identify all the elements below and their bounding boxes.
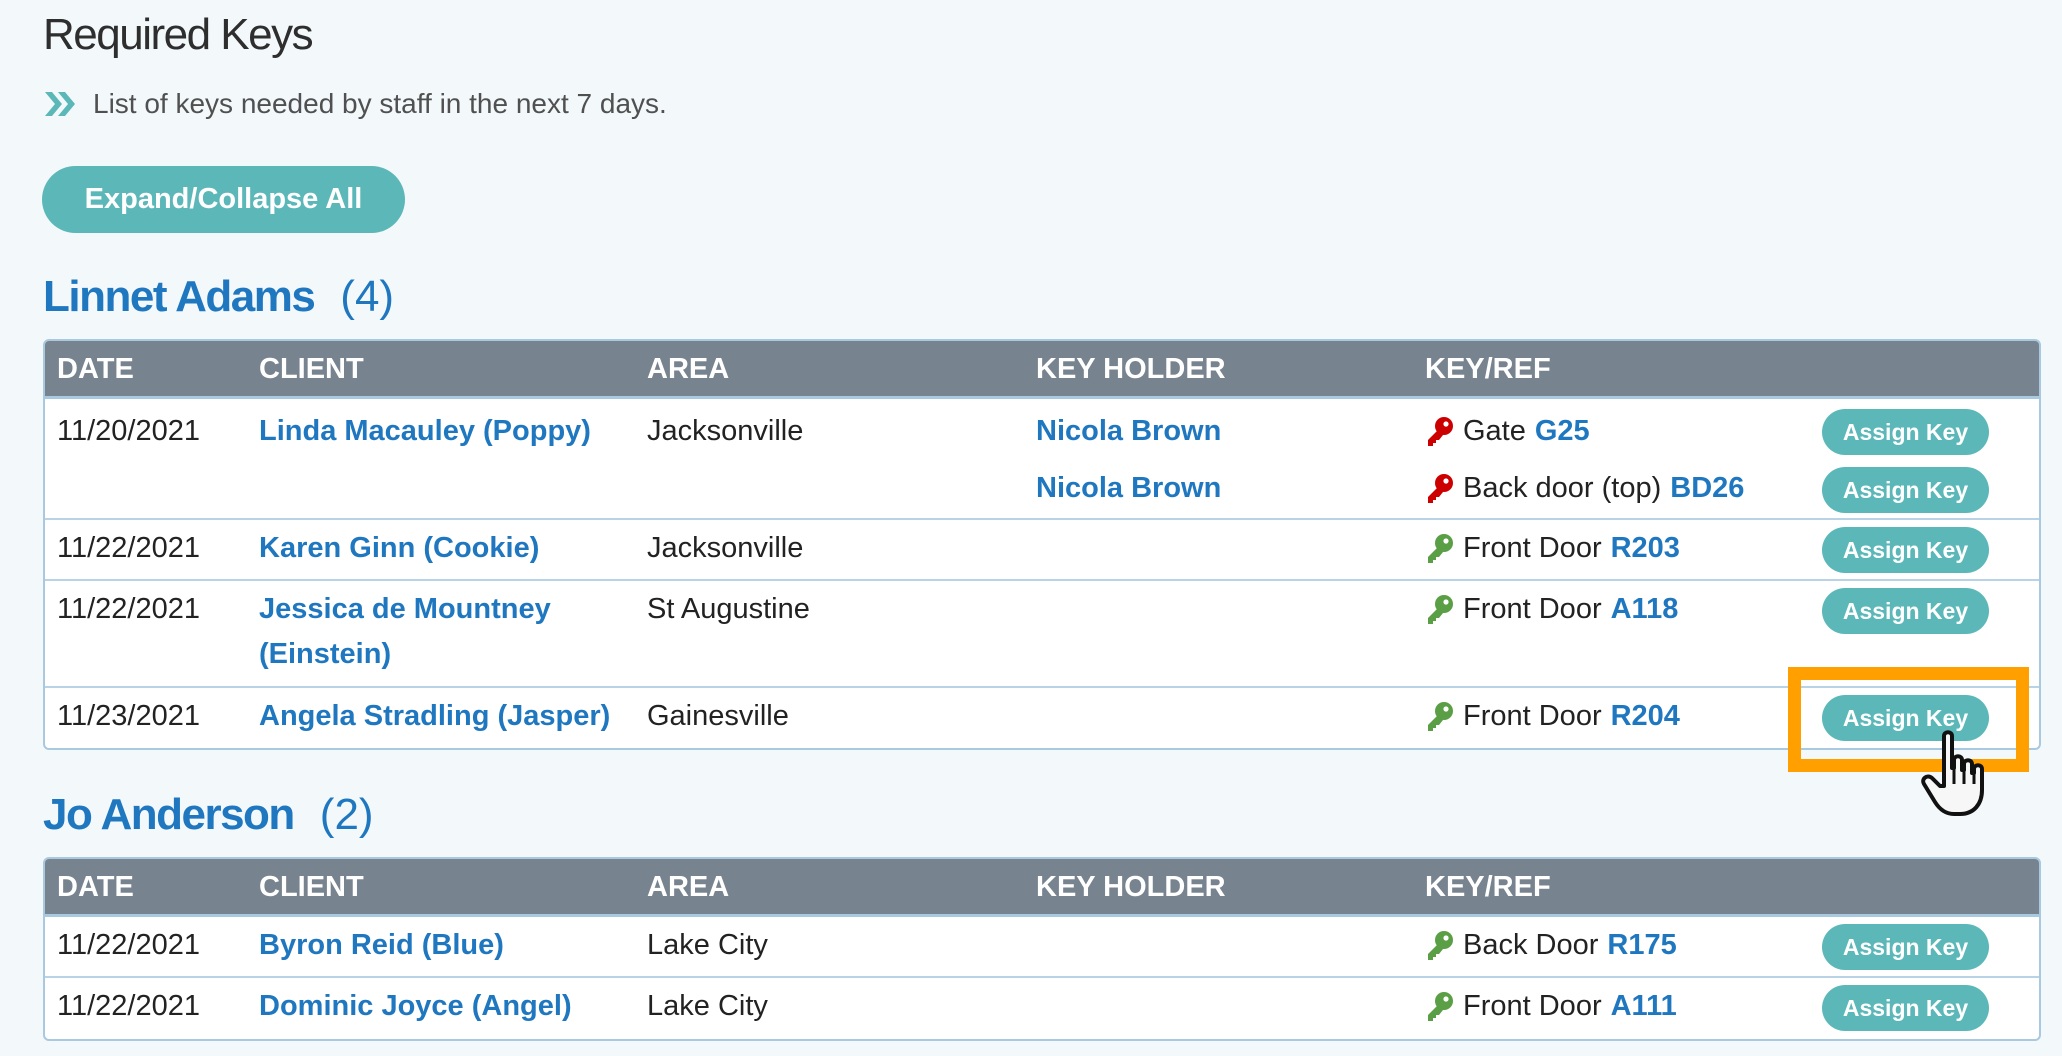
key-name: Back door (top)	[1463, 472, 1662, 504]
column-header-client: CLIENT	[259, 353, 364, 385]
area-cell: Jacksonville	[647, 532, 804, 564]
key-holder-link[interactable]: Nicola Brown	[1036, 466, 1221, 511]
key-ref-link[interactable]: BD26	[1670, 466, 1744, 511]
area-cell: Jacksonville	[647, 415, 804, 447]
key-ref-cell: Front Door R203	[1425, 526, 1680, 571]
green-key-icon	[1428, 594, 1453, 624]
page-title: Required Keys	[43, 10, 314, 59]
client-link[interactable]: Dominic Joyce (Angel)	[259, 984, 639, 1029]
area-cell: Lake City	[647, 990, 768, 1022]
key-name: Front Door	[1463, 990, 1602, 1022]
key-name: Front Door	[1463, 593, 1602, 625]
area-cell: Gainesville	[647, 700, 789, 732]
column-header-date: DATE	[57, 353, 134, 385]
column-header-area: AREA	[647, 871, 730, 903]
assign-key-button[interactable]: Assign Key	[1822, 985, 1989, 1031]
table-row: 11/22/2021 Dominic Joyce (Angel) Lake Ci…	[45, 978, 2039, 1039]
key-ref-link[interactable]: A111	[1611, 984, 1677, 1029]
table-row: 11/20/2021 Linda Macauley (Poppy) Jackso…	[45, 399, 2039, 520]
staff-group-heading: Linnet Adams (4)	[43, 272, 394, 322]
key-ref-link[interactable]: A118	[1611, 587, 1679, 632]
key-ref-cell: Back door (top) BD26	[1425, 466, 1744, 511]
key-ref-cell: Front Door A118	[1425, 587, 1678, 632]
date-cell: 11/22/2021	[57, 929, 200, 961]
key-ref-cell: Back Door R175	[1425, 923, 1677, 968]
assign-key-button[interactable]: Assign Key	[1822, 527, 1989, 573]
red-key-icon	[1428, 473, 1453, 503]
green-key-icon	[1428, 533, 1453, 563]
column-header-key-ref: KEY/REF	[1425, 353, 1551, 385]
client-link[interactable]: Angela Stradling (Jasper)	[259, 694, 639, 739]
date-cell: 11/23/2021	[57, 700, 200, 732]
assign-key-button[interactable]: Assign Key	[1822, 924, 1989, 970]
client-link[interactable]: Karen Ginn (Cookie)	[259, 526, 639, 571]
table-header: DATE CLIENT AREA KEY HOLDER KEY/REF	[45, 341, 2039, 399]
client-link[interactable]: Linda Macauley (Poppy)	[259, 409, 639, 454]
key-ref-link[interactable]: R203	[1611, 526, 1680, 571]
table-row: 11/23/2021 Angela Stradling (Jasper) Gai…	[45, 688, 2039, 748]
staff-group-heading: Jo Anderson (2)	[43, 790, 374, 840]
staff-name-link[interactable]: Linnet Adams	[43, 272, 316, 321]
key-name: Front Door	[1463, 700, 1602, 732]
client-link[interactable]: Jessica de Mountney (Einstein)	[259, 587, 639, 677]
table-row: 11/22/2021 Byron Reid (Blue) Lake City B…	[45, 917, 2039, 978]
key-name: Gate	[1463, 415, 1526, 447]
page-subtitle: List of keys needed by staff in the next…	[43, 88, 667, 120]
subtitle-text: List of keys needed by staff in the next…	[93, 88, 667, 119]
green-key-icon	[1428, 930, 1453, 960]
key-ref-link[interactable]: G25	[1535, 409, 1590, 454]
area-cell: St Augustine	[647, 593, 810, 625]
date-cell: 11/22/2021	[57, 593, 200, 625]
key-holder-link[interactable]: Nicola Brown	[1036, 409, 1221, 454]
column-header-area: AREA	[647, 353, 730, 385]
assign-key-button[interactable]: Assign Key	[1822, 467, 1989, 513]
key-ref-link[interactable]: R175	[1607, 923, 1676, 968]
required-keys-table: DATE CLIENT AREA KEY HOLDER KEY/REF 11/2…	[43, 339, 2041, 750]
column-header-key-holder: KEY HOLDER	[1036, 353, 1226, 385]
assign-key-button[interactable]: Assign Key	[1822, 588, 1989, 634]
double-chevron-right-icon	[45, 92, 75, 116]
date-cell: 11/20/2021	[57, 415, 200, 447]
key-ref-link[interactable]: R204	[1611, 694, 1680, 739]
staff-name-link[interactable]: Jo Anderson	[43, 790, 295, 839]
client-link[interactable]: Byron Reid (Blue)	[259, 923, 639, 968]
table-header: DATE CLIENT AREA KEY HOLDER KEY/REF	[45, 859, 2039, 917]
column-header-key-holder: KEY HOLDER	[1036, 871, 1226, 903]
column-header-date: DATE	[57, 871, 134, 903]
table-row: 11/22/2021 Jessica de Mountney (Einstein…	[45, 581, 2039, 688]
key-ref-cell: Front Door R204	[1425, 694, 1680, 739]
column-header-client: CLIENT	[259, 871, 364, 903]
green-key-icon	[1428, 991, 1453, 1021]
assign-key-button[interactable]: Assign Key	[1822, 409, 1989, 455]
key-ref-cell: Front Door A111	[1425, 984, 1677, 1029]
assign-key-button[interactable]: Assign Key	[1822, 695, 1989, 741]
staff-key-count: (2)	[319, 790, 374, 839]
table-row: 11/22/2021 Karen Ginn (Cookie) Jacksonvi…	[45, 520, 2039, 581]
key-name: Front Door	[1463, 532, 1602, 564]
key-ref-cell: Gate G25	[1425, 409, 1590, 454]
key-name: Back Door	[1463, 929, 1599, 961]
area-cell: Lake City	[647, 929, 768, 961]
expand-collapse-all-button[interactable]: Expand/Collapse All	[42, 166, 405, 233]
date-cell: 11/22/2021	[57, 990, 200, 1022]
column-header-key-ref: KEY/REF	[1425, 871, 1551, 903]
staff-key-count: (4)	[340, 272, 395, 321]
red-key-icon	[1428, 416, 1453, 446]
date-cell: 11/22/2021	[57, 532, 200, 564]
green-key-icon	[1428, 701, 1453, 731]
required-keys-table: DATE CLIENT AREA KEY HOLDER KEY/REF 11/2…	[43, 857, 2041, 1041]
